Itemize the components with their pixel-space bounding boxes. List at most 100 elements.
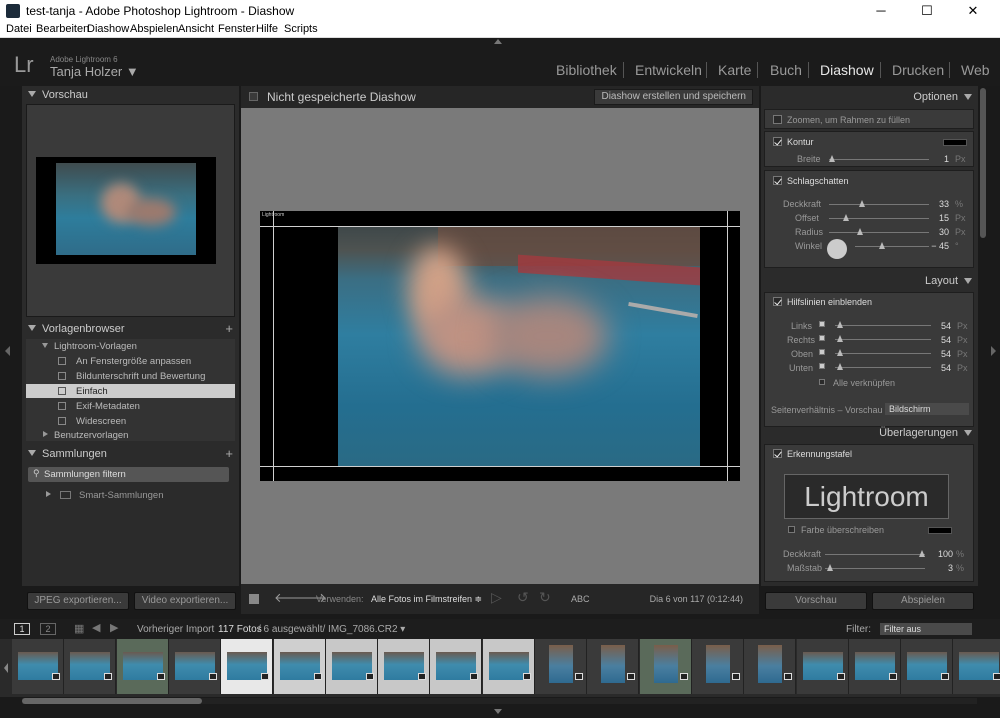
template-item[interactable]: Bildunterschrift und Bewertung <box>26 369 235 383</box>
filmstrip-thumbnail[interactable] <box>796 639 849 694</box>
filter-dropdown[interactable]: Filter aus <box>880 623 972 635</box>
module-entwickeln[interactable]: Entwickeln <box>635 62 702 78</box>
width-slider[interactable] <box>829 155 929 162</box>
menu-fenster[interactable]: Fenster <box>218 23 255 35</box>
module-karte[interactable]: Karte <box>718 62 751 78</box>
scrollbar-thumb[interactable] <box>22 698 202 704</box>
menu-abspielen[interactable]: Abspielen <box>130 23 178 35</box>
filmstrip-thumbnail[interactable] <box>691 639 744 694</box>
filmstrip-left-arrow-icon[interactable] <box>4 663 8 673</box>
stop-icon[interactable] <box>249 594 259 604</box>
export-jpeg-button[interactable]: JPEG exportieren... <box>27 592 129 610</box>
shadow-checkbox[interactable] <box>773 176 782 185</box>
forward-arrow-icon[interactable]: ▶ <box>110 621 118 634</box>
monitor-1-button[interactable]: 1 <box>14 623 30 635</box>
template-item[interactable]: An Fenstergröße anpassen <box>26 354 235 368</box>
maximize-button[interactable]: ☐ <box>904 0 950 22</box>
menu-datei[interactable]: Datei <box>6 23 32 35</box>
shadow-angle-slider[interactable] <box>855 242 929 249</box>
aspect-ratio-dropdown[interactable]: Bildschirm <box>885 403 969 415</box>
play-icon[interactable]: ▷ <box>491 589 502 606</box>
menu-bearbeiten[interactable]: Bearbeiten <box>36 23 89 35</box>
filmstrip-thumbnail[interactable] <box>430 639 483 694</box>
filmstrip-thumbnail[interactable] <box>744 639 797 694</box>
smart-collections-item[interactable]: Smart-Sammlungen <box>26 488 235 502</box>
menu-ansicht[interactable]: Ansicht <box>178 23 214 35</box>
menu-scripts[interactable]: Scripts <box>284 23 318 35</box>
filmstrip-thumbnail[interactable] <box>482 639 535 694</box>
add-collection-icon[interactable]: + <box>225 446 233 461</box>
collapse-top-arrow-icon[interactable] <box>494 39 502 44</box>
filmstrip-thumbnail[interactable] <box>168 639 221 694</box>
grid-view-icon[interactable]: ▦ <box>74 622 84 635</box>
left-margin-slider[interactable] <box>835 321 931 328</box>
create-slideshow-button[interactable]: Diashow erstellen und speichern <box>594 89 753 105</box>
selection-details[interactable]: / 6 ausgewählt/ IMG_7086.CR2 ▾ <box>258 624 405 635</box>
filmstrip-thumbnail[interactable] <box>12 639 64 694</box>
filmstrip-thumbnail[interactable] <box>273 639 326 694</box>
collapse-left-arrow-icon[interactable] <box>5 346 10 356</box>
identity-plate-preview[interactable]: Lightroom <box>784 474 949 519</box>
module-drucken[interactable]: Drucken <box>892 62 944 78</box>
export-video-button[interactable]: Video exportieren... <box>134 592 236 610</box>
module-web[interactable]: Web <box>961 62 990 78</box>
top-link-checkbox[interactable] <box>819 349 825 355</box>
filmstrip-thumbnail[interactable] <box>587 639 640 694</box>
guide-top[interactable] <box>260 226 740 227</box>
zoom-fill-checkbox[interactable] <box>773 115 782 124</box>
plate-scale-slider[interactable] <box>825 564 925 571</box>
filmstrip-thumbnail[interactable] <box>64 639 117 694</box>
options-header[interactable]: Optionen <box>913 91 972 109</box>
menu-diashow[interactable]: Diashow <box>87 23 129 35</box>
slideshow-checkbox[interactable] <box>249 92 258 101</box>
collapse-right-arrow-icon[interactable] <box>991 346 996 356</box>
angle-dial[interactable] <box>827 239 847 259</box>
shadow-radius-slider[interactable] <box>829 228 929 235</box>
link-all-checkbox[interactable] <box>819 379 825 385</box>
template-folder-user[interactable]: Benutzervorlagen <box>26 428 235 442</box>
user-name[interactable]: Tanja Holzer ▼ <box>50 64 139 79</box>
close-button[interactable]: ✕ <box>950 0 996 22</box>
collections-filter-input[interactable]: ⚲ Sammlungen filtern <box>28 467 229 482</box>
filmstrip-thumbnail[interactable] <box>221 639 274 694</box>
template-item-selected[interactable]: Einfach <box>26 384 235 398</box>
override-color-swatch[interactable] <box>928 527 952 534</box>
filmstrip-thumbnail[interactable] <box>378 639 431 694</box>
guide-bottom[interactable] <box>260 466 740 467</box>
preview-panel-header[interactable]: Vorschau <box>22 86 239 104</box>
bottom-link-checkbox[interactable] <box>819 363 825 369</box>
rotate-right-icon[interactable]: ↻ <box>539 589 551 606</box>
filmstrip-thumbnail[interactable] <box>116 639 169 694</box>
slider-knob[interactable] <box>829 155 835 162</box>
shadow-offset-slider[interactable] <box>829 214 929 221</box>
stroke-checkbox[interactable] <box>773 137 782 146</box>
stroke-color-swatch[interactable] <box>943 139 967 146</box>
right-link-checkbox[interactable] <box>819 335 825 341</box>
plate-opacity-slider[interactable] <box>825 550 925 557</box>
shadow-opacity-slider[interactable] <box>829 200 929 207</box>
monitor-2-button[interactable]: 2 <box>40 623 56 635</box>
use-dropdown[interactable]: Alle Fotos im Filmstreifen ≑ <box>371 594 482 605</box>
collections-header[interactable]: Sammlungen + <box>22 445 239 463</box>
module-diashow[interactable]: Diashow <box>820 62 874 78</box>
add-text-button[interactable]: ABC <box>571 594 590 604</box>
play-button[interactable]: Abspielen <box>872 592 974 610</box>
template-browser-header[interactable]: Vorlagenbrowser + <box>22 320 239 338</box>
layout-header[interactable]: Layout <box>925 275 972 293</box>
rotate-left-icon[interactable]: ↺ <box>517 589 529 606</box>
menu-hilfe[interactable]: Hilfe <box>256 23 278 35</box>
filmstrip-thumbnail[interactable] <box>639 639 692 694</box>
collapse-bottom-arrow-icon[interactable] <box>494 709 502 714</box>
filmstrip-source[interactable]: Vorheriger Import <box>137 624 214 635</box>
module-buch[interactable]: Buch <box>770 62 802 78</box>
add-template-icon[interactable]: + <box>225 321 233 336</box>
filmstrip-thumbnail[interactable] <box>325 639 378 694</box>
right-panel-scrollbar[interactable] <box>980 88 986 238</box>
bottom-margin-slider[interactable] <box>835 363 931 370</box>
right-margin-slider[interactable] <box>835 335 931 342</box>
overlays-header[interactable]: Überlagerungen <box>879 427 972 445</box>
module-bibliothek[interactable]: Bibliothek <box>556 62 617 78</box>
override-color-checkbox[interactable] <box>788 526 795 533</box>
preview-button[interactable]: Vorschau <box>765 592 867 610</box>
minimize-button[interactable]: ─ <box>858 0 904 22</box>
